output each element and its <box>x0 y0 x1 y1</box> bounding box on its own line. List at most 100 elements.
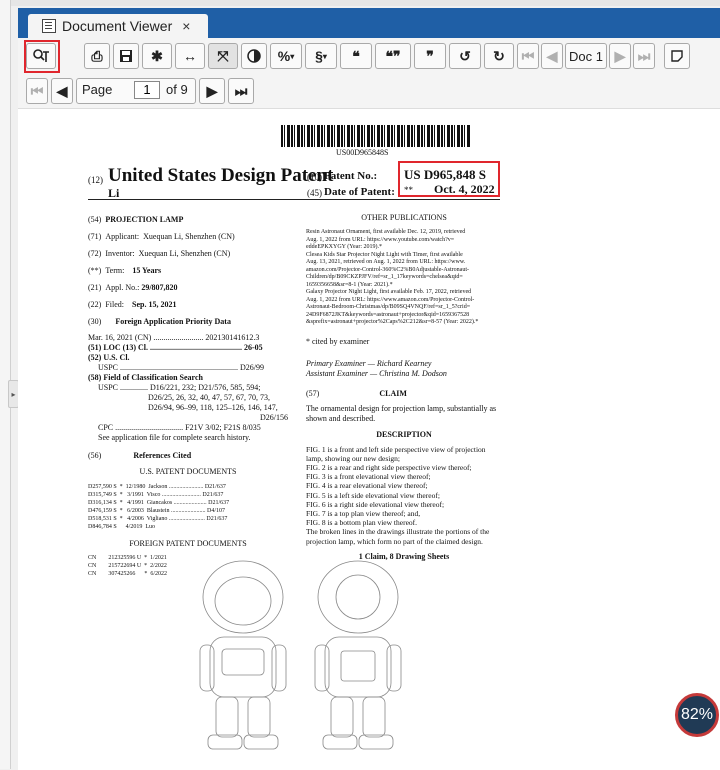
quote-alt-button[interactable]: ❝❞ <box>375 43 411 69</box>
next-doc-button[interactable]: ▶ <box>609 43 631 69</box>
ref-row: D257,590 S * 12/1980 Jackson ...........… <box>88 484 226 490</box>
note-button[interactable] <box>664 43 690 69</box>
uspc-line: USPC ...................................… <box>98 363 265 372</box>
contrast-icon <box>247 49 261 63</box>
projection-lamp-drawing <box>199 560 402 750</box>
quote-close-icon: ❞ <box>426 47 434 64</box>
foreign-docs-heading: FOREIGN PATENT DOCUMENTS <box>129 539 247 548</box>
search-line-1: USPC .............. D16/221, 232; D21/57… <box>98 383 261 392</box>
barcode-number: US00D965848S <box>336 148 389 157</box>
next-page-icon: ▶ <box>206 82 218 99</box>
tab-document-viewer[interactable]: Document Viewer × <box>28 14 208 38</box>
pub-line: eddeEPKXYGY (Year: 2019).* <box>306 244 382 250</box>
page-label: Page <box>82 82 113 97</box>
last-page-icon: ⏭ <box>234 82 248 99</box>
field-filed: (22) Filed: Sep. 15, 2021 <box>88 300 177 309</box>
next-doc-icon: ▶ <box>614 47 626 64</box>
percent-icon: % <box>277 48 291 64</box>
assistant-examiner: Assistant Examiner — Christina M. Dodson <box>306 368 447 378</box>
field-inventor: (72) Inventor: Xuequan Li, Shenzhen (CN) <box>88 249 231 258</box>
field-appl-no: (21) Appl. No.: 29/807,820 <box>88 283 178 292</box>
title-bar: Document Viewer × <box>18 8 720 38</box>
left-column: (54) PROJECTION LAMP (71) Applicant: Xue… <box>88 215 288 578</box>
undo-button[interactable]: ↺ <box>449 43 481 69</box>
pub-line: 24D9F6872JKT&keywords=astronaut+projecto… <box>306 311 470 318</box>
desc-line: FIG. 1 is a front and left side perspect… <box>306 444 486 454</box>
highlight-box-measure <box>24 40 60 73</box>
country-code: (12) <box>88 175 103 185</box>
field-of-search: (58) Field of Classification Search <box>88 373 203 382</box>
us-patent-docs-heading: U.S. PATENT DOCUMENTS <box>139 467 237 476</box>
settings-icon: ✱ <box>151 47 163 64</box>
desc-line: FIG. 7 is a top plan view thereof; and, <box>306 508 421 518</box>
page-number-input[interactable]: 1 <box>134 81 160 99</box>
settings-button[interactable]: ✱ <box>142 43 172 69</box>
pub-line: &sprefix=astronaut+projector%2Caps%2C212… <box>306 319 479 325</box>
prev-doc-icon: ◀ <box>546 47 558 64</box>
last-doc-icon: ⏭ <box>637 47 651 64</box>
ref-row: D518,531 S * 4/2006 Vigliano ...........… <box>88 516 228 522</box>
other-pubs: Resin Astronaut Ornament, first availabl… <box>306 229 502 327</box>
save-button[interactable] <box>113 43 139 69</box>
other-pubs-heading: OTHER PUBLICATIONS <box>361 213 447 222</box>
redo-button[interactable]: ↻ <box>484 43 514 69</box>
ref-row: D316,134 S * 4/1991 Giancakos ..........… <box>88 500 230 506</box>
page-count: of 9 <box>166 82 188 97</box>
cpc-line: CPC .................................. F… <box>98 423 261 432</box>
fit-width-icon: ↔ <box>183 48 197 64</box>
description: FIG. 1 is a front and left side perspect… <box>306 445 502 546</box>
ref-row: D315,749 S * 3/1991 Visco ..............… <box>88 492 224 498</box>
first-doc-button[interactable]: ⏮ <box>517 43 539 69</box>
section-button[interactable]: § ▾ <box>305 43 337 69</box>
save-icon <box>120 50 132 62</box>
doc-selector[interactable]: Doc 1 <box>565 43 607 69</box>
toolbar: ⎙ ✱ ↔ ⤧ % ▾ § ▾ ❝ ❝❞ ❞ ↺ ↻ ⏮ ◀ Doc 1 ▶ ⏭ <box>18 40 720 74</box>
claim-text-2: shown and described. <box>306 413 376 423</box>
date-marker: ** <box>404 185 413 195</box>
search-line-3: D26/94, 96–99, 118, 125–126, 146, 147, <box>148 403 278 412</box>
pub-line: Clesea Kids Star Projector Night Light w… <box>306 251 463 258</box>
search-line-4: D26/156 <box>260 413 288 422</box>
first-doc-icon: ⏮ <box>521 47 535 64</box>
pub-line: 1659356658&sr=8-1 (Year: 2021).* <box>306 281 393 288</box>
section-icon: § <box>315 48 323 64</box>
desc-line: FIG. 8 is a bottom plan view thereof. <box>306 518 418 528</box>
desc-line: FIG. 6 is a right side elevational view … <box>306 499 445 509</box>
right-column: OTHER PUBLICATIONS Resin Astronaut Ornam… <box>306 213 502 562</box>
last-doc-button[interactable]: ⏭ <box>633 43 655 69</box>
contrast-button[interactable] <box>241 43 267 69</box>
desc-line: projection lamp, which form no part of t… <box>306 536 483 546</box>
desc-line: FIG. 5 is a left side elevational view t… <box>306 490 440 500</box>
prev-doc-button[interactable]: ◀ <box>541 43 563 69</box>
search-line-2: D26/25, 26, 32, 40, 47, 57, 67, 70, 73, <box>148 393 270 402</box>
percent-button[interactable]: % ▾ <box>270 43 302 69</box>
last-page-button[interactable]: ⏭ <box>228 78 254 104</box>
first-page-button[interactable]: ⏮ <box>26 78 48 104</box>
search-history-note: See application file for complete search… <box>98 433 251 442</box>
description-heading: DESCRIPTION <box>376 429 432 439</box>
fit-page-button[interactable]: ⤧ <box>208 43 238 69</box>
quote-close-button[interactable]: ❞ <box>414 43 446 69</box>
next-page-button[interactable]: ▶ <box>199 78 225 104</box>
document-canvas[interactable]: US00D965848S (12) United States Design P… <box>18 108 720 770</box>
tab-close-icon[interactable]: × <box>182 18 190 34</box>
patent-title: United States Design Patent <box>108 165 334 186</box>
redo-icon: ↻ <box>493 47 505 64</box>
zoom-level-indicator[interactable]: 82% <box>675 693 719 737</box>
quote-icon: ❝ <box>352 47 360 64</box>
patent-date: Oct. 4, 2022 <box>434 182 495 196</box>
top-edge <box>10 0 720 6</box>
prev-page-icon: ◀ <box>56 82 68 99</box>
pub-line: Galaxy Projector Night Light, first avai… <box>306 289 472 295</box>
pub-line: amazon.com/Projector-Control-360%C2%B0Ad… <box>306 266 470 273</box>
fit-width-button[interactable]: ↔ <box>175 43 205 69</box>
print-button[interactable]: ⎙ <box>84 43 110 69</box>
quote-button[interactable]: ❝ <box>340 43 372 69</box>
prev-page-button[interactable]: ◀ <box>51 78 73 104</box>
desc-line: FIG. 3 is a front elevational view there… <box>306 472 431 482</box>
fit-page-icon: ⤧ <box>217 47 229 64</box>
document-viewer-window: Document Viewer × ⎙ ✱ ↔ ⤧ % ▾ § ▾ ❝ ❝❞ ❞ ↺… <box>18 8 720 770</box>
primary-examiner: Primary Examiner — Richard Kearney <box>306 358 432 368</box>
undo-icon: ↺ <box>459 47 471 64</box>
desc-line: FIG. 4 is a rear elevational view thereo… <box>306 481 428 491</box>
